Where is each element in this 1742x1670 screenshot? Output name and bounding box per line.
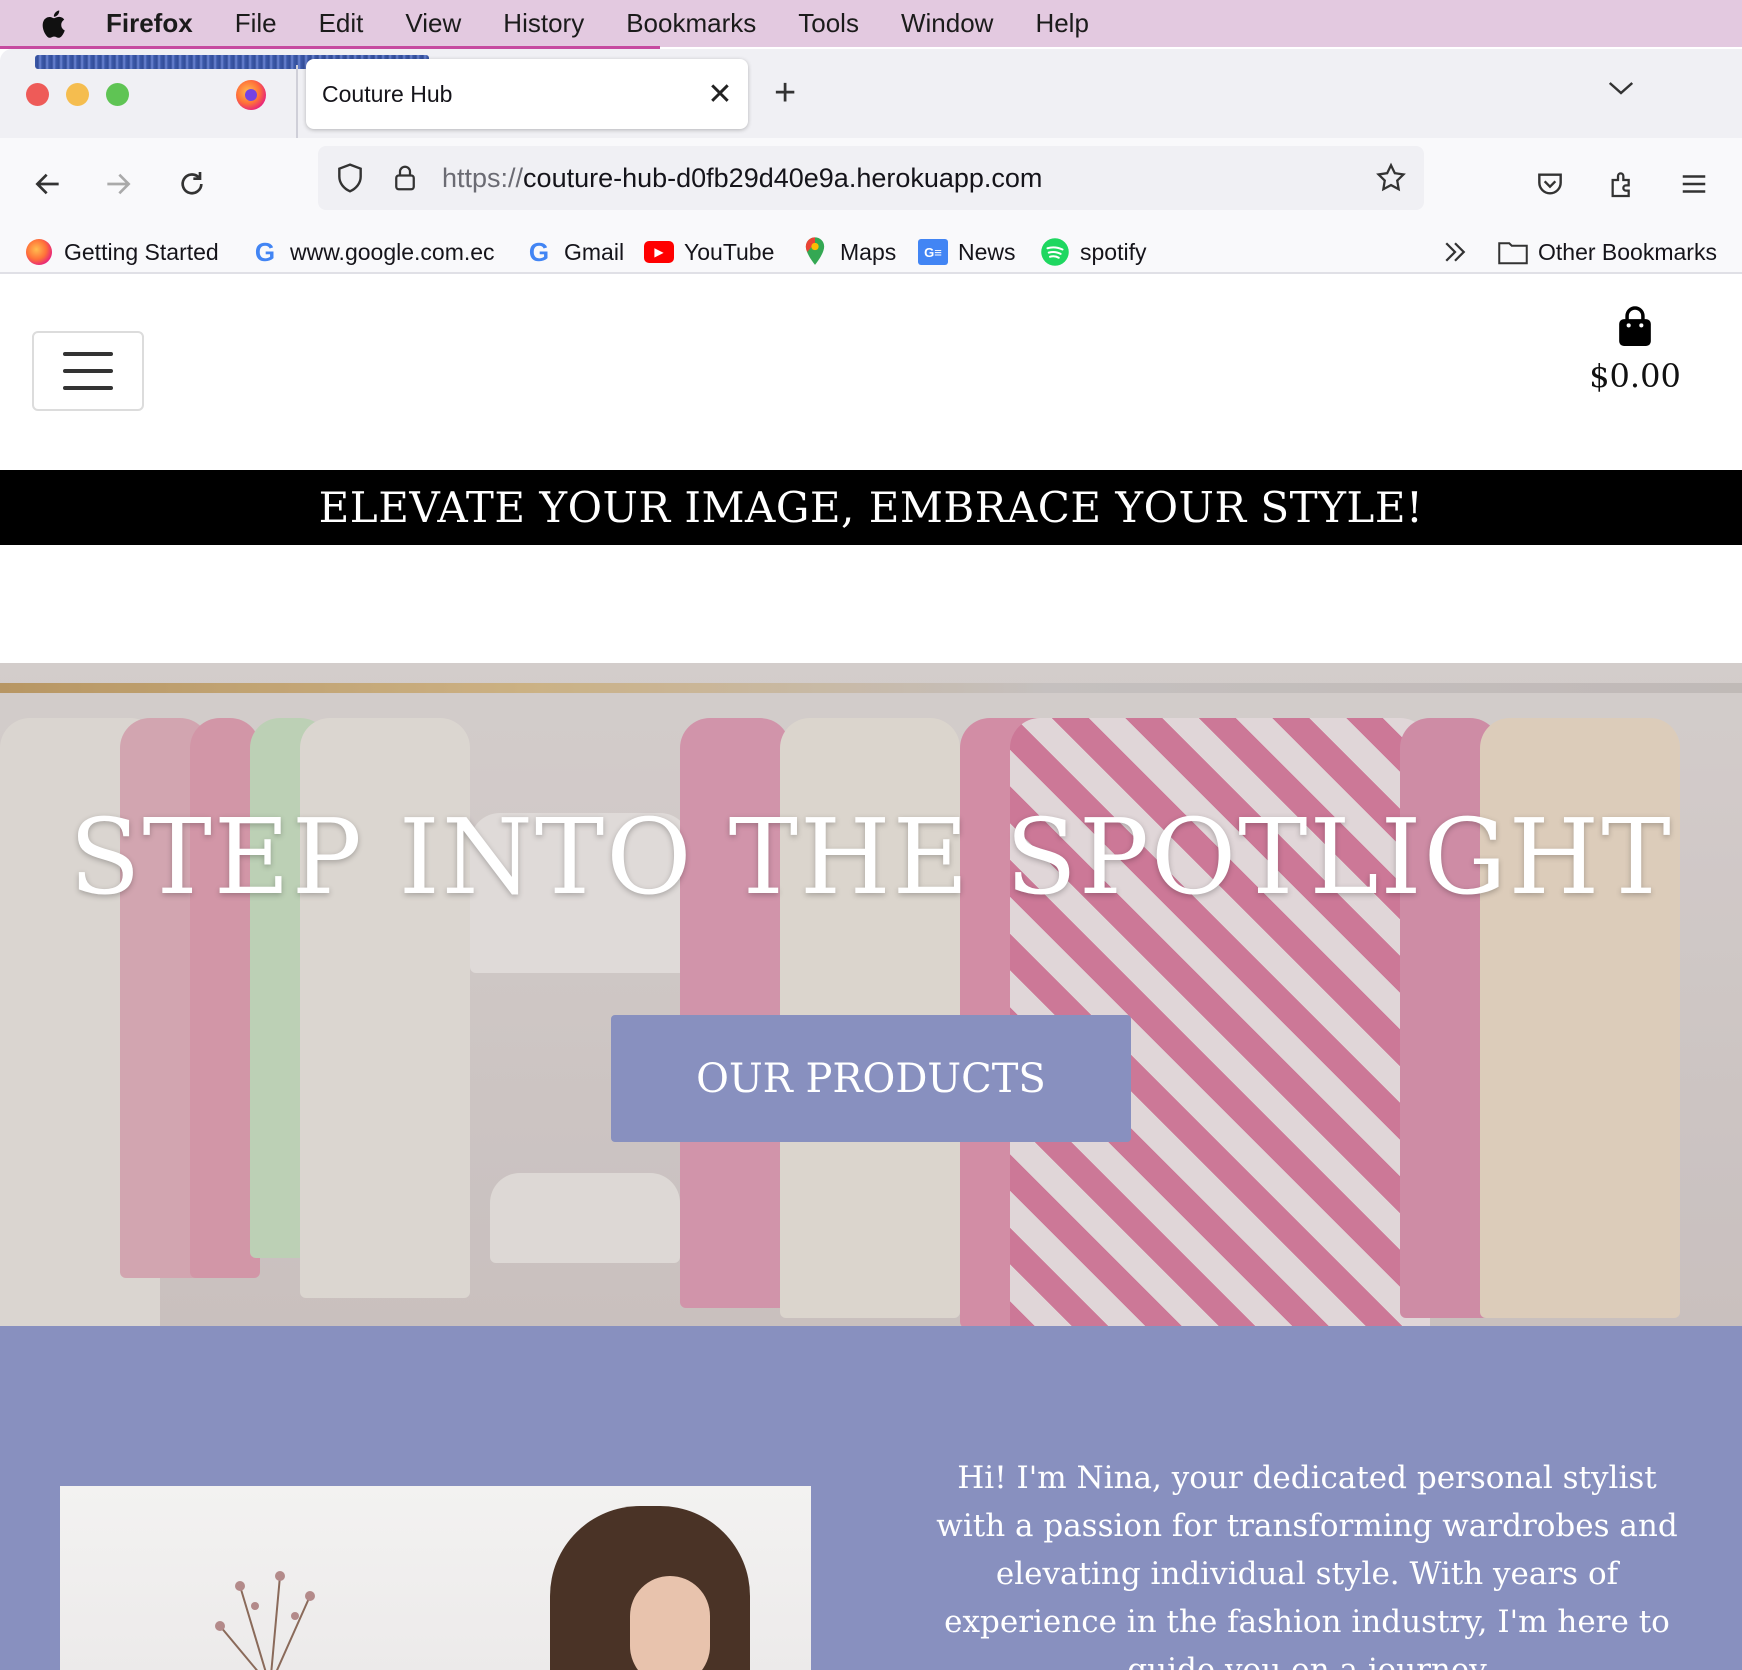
- tab-strip: Couture Hub ✕ +: [0, 49, 1742, 139]
- about-text: Hi! I'm Nina, your dedicated personal st…: [936, 1460, 1678, 1670]
- hamburger-line: [63, 369, 113, 373]
- bookmark-gmail[interactable]: G Gmail: [524, 230, 624, 274]
- browser-window: Couture Hub ✕ + https://couture-hub-d0fb…: [0, 49, 1742, 1670]
- hero-title: STEP INTO THE SPOTLIGHT: [69, 796, 1673, 918]
- bookmark-label: YouTube: [684, 238, 775, 265]
- zoom-window-button[interactable]: [106, 83, 129, 106]
- menu-file[interactable]: File: [235, 8, 277, 39]
- bookmark-youtube[interactable]: ▶ YouTube: [644, 230, 774, 274]
- cart-button[interactable]: $0.00: [1570, 306, 1700, 395]
- minimize-window-button[interactable]: [66, 83, 89, 106]
- pocket-icon[interactable]: [1530, 164, 1570, 204]
- our-products-button[interactable]: OUR PRODUCTS: [611, 1015, 1131, 1142]
- extensions-icon[interactable]: [1602, 164, 1642, 204]
- web-page: $0.00 ELEVATE YOUR IMAGE, EMBRACE YOUR S…: [0, 276, 1742, 1670]
- bookmark-label: Other Bookmarks: [1538, 238, 1717, 265]
- bookmark-label: spotify: [1080, 238, 1147, 265]
- folder-icon: [1498, 237, 1528, 267]
- bookmark-news[interactable]: G≡ News: [918, 230, 1016, 274]
- menu-view[interactable]: View: [405, 8, 461, 39]
- bookmark-getting-started[interactable]: Getting Started: [24, 230, 219, 274]
- menu-icon[interactable]: [1674, 164, 1714, 204]
- apple-icon[interactable]: [38, 7, 72, 41]
- url-host: couture-hub-d0fb29d40e9a.herokuapp.com: [523, 162, 1043, 193]
- shopping-bag-icon: [1619, 306, 1651, 346]
- close-window-button[interactable]: [26, 83, 49, 106]
- spotify-icon: [1040, 237, 1070, 267]
- menu-app-firefox[interactable]: Firefox: [106, 8, 193, 39]
- firefox-icon: [24, 237, 54, 267]
- banner-text: ELEVATE YOUR IMAGE, EMBRACE YOUR STYLE!: [318, 483, 1424, 532]
- tab-separator: [296, 65, 298, 139]
- firefox-icon[interactable]: [236, 80, 266, 110]
- menu-bookmarks[interactable]: Bookmarks: [626, 8, 756, 39]
- hamburger-line: [63, 352, 113, 356]
- bookmark-label: www.google.com.ec: [290, 238, 495, 265]
- menu-tools[interactable]: Tools: [798, 8, 859, 39]
- url-scheme: https://: [442, 162, 524, 193]
- tab-couture-hub[interactable]: Couture Hub ✕: [306, 59, 748, 129]
- cart-total: $0.00: [1589, 357, 1681, 395]
- map-pin-icon: [800, 237, 830, 267]
- nav-toolbar: https://couture-hub-d0fb29d40e9a.herokua…: [0, 138, 1742, 230]
- chevron-down-icon[interactable]: [1606, 73, 1636, 103]
- bookmark-spotify[interactable]: spotify: [1040, 230, 1146, 274]
- macos-menubar: Firefox File Edit View History Bookmarks…: [0, 0, 1742, 47]
- url-bar[interactable]: https://couture-hub-d0fb29d40e9a.herokua…: [318, 146, 1424, 210]
- google-icon: G: [528, 236, 550, 267]
- bookmarks-toolbar: Getting Started G www.google.com.ec G Gm…: [0, 230, 1742, 274]
- close-icon[interactable]: ✕: [700, 77, 740, 112]
- star-icon[interactable]: [1374, 161, 1408, 195]
- promo-banner: ELEVATE YOUR IMAGE, EMBRACE YOUR STYLE!: [0, 470, 1742, 545]
- overflow-icon[interactable]: [1440, 230, 1470, 274]
- dried-flowers-image: [215, 1571, 315, 1670]
- tab-title: Couture Hub: [322, 80, 453, 107]
- bookmark-label: News: [958, 238, 1016, 265]
- woman-face: [630, 1576, 710, 1670]
- plus-icon[interactable]: +: [774, 73, 796, 113]
- news-icon: G≡: [918, 237, 948, 267]
- google-icon: G: [254, 236, 276, 267]
- reload-icon[interactable]: [172, 164, 212, 204]
- hamburger-line: [63, 386, 113, 390]
- stylist-photo: [60, 1486, 811, 1670]
- bookmark-google[interactable]: G www.google.com.ec: [250, 230, 495, 274]
- bookmark-label: Getting Started: [64, 238, 219, 265]
- menu-history[interactable]: History: [503, 8, 584, 39]
- url-text[interactable]: https://couture-hub-d0fb29d40e9a.herokua…: [442, 163, 1042, 194]
- hero-overlay: [0, 663, 1742, 1326]
- shield-icon[interactable]: [334, 162, 366, 194]
- menu-edit[interactable]: Edit: [319, 8, 364, 39]
- hero-section: STEP INTO THE SPOTLIGHT OUR PRODUCTS: [0, 663, 1742, 1326]
- lock-icon[interactable]: [390, 162, 420, 194]
- bookmark-label: Gmail: [564, 238, 625, 265]
- back-icon[interactable]: [28, 164, 68, 204]
- forward-icon[interactable]: [98, 164, 138, 204]
- menu-help[interactable]: Help: [1035, 8, 1088, 39]
- about-section: Hi! I'm Nina, your dedicated personal st…: [0, 1326, 1742, 1670]
- other-bookmarks[interactable]: Other Bookmarks: [1498, 230, 1717, 274]
- hamburger-menu-button[interactable]: [32, 331, 144, 411]
- bookmark-maps[interactable]: Maps: [800, 230, 896, 274]
- bookmark-label: Maps: [840, 238, 897, 265]
- menu-window[interactable]: Window: [901, 8, 993, 39]
- youtube-icon: ▶: [644, 237, 674, 267]
